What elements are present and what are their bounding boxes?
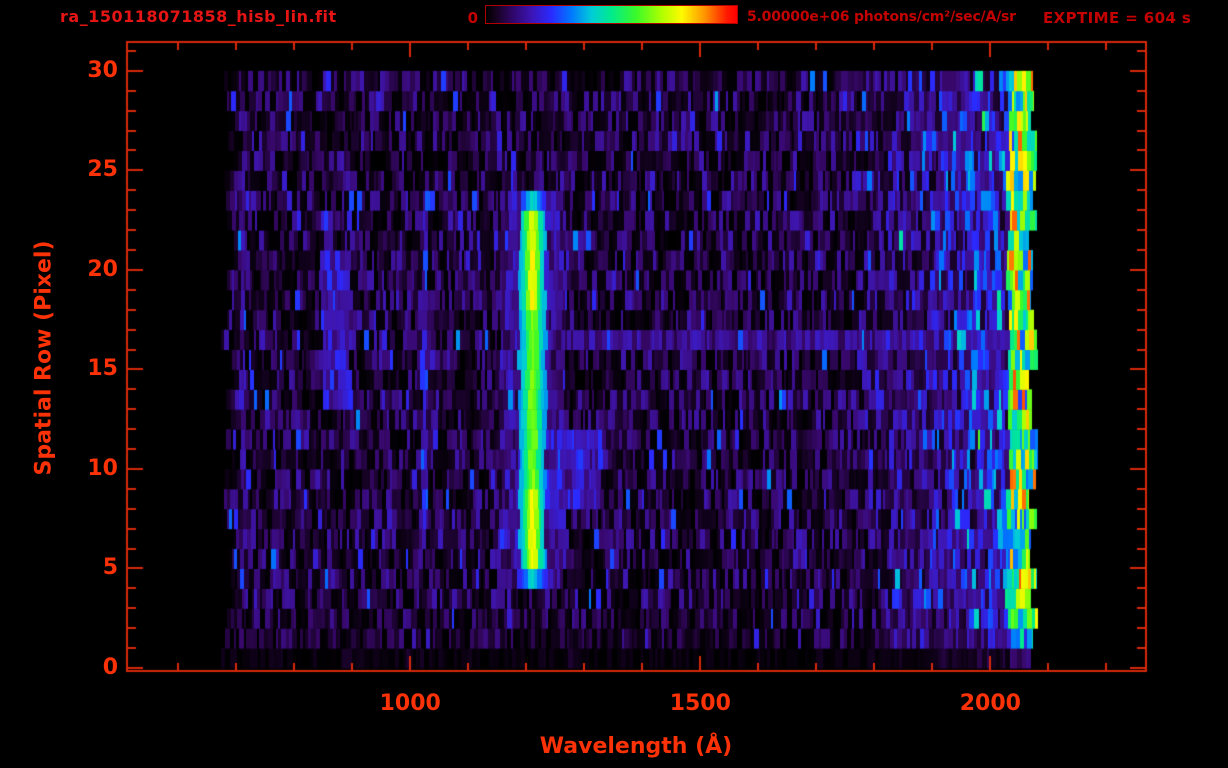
colorbar-scale-label: 5.00000e+06 photons/cm²/sec/A/sr	[747, 9, 1016, 25]
y-tick-label: 0	[102, 655, 118, 681]
y-tick-label: 30	[87, 57, 118, 83]
colorbar-min-label: 0	[467, 9, 478, 27]
x-tick-label: 1500	[669, 691, 731, 716]
y-tick-label: 5	[102, 555, 118, 581]
colorbar-max-label: 5.00000e+06	[747, 9, 850, 25]
y-tick-label: 10	[87, 455, 118, 481]
x-tick-label: 2000	[959, 691, 1021, 716]
plot-window: ra_150118071858_hisb_lin.fit 0 5.00000e+…	[0, 0, 1228, 768]
x-tick-label: 1000	[379, 691, 441, 716]
y-tick-label: 15	[87, 356, 118, 382]
exptime-label: EXPTIME = 604 s	[1043, 9, 1192, 27]
x-axis-title: Wavelength (Å)	[539, 734, 733, 759]
spectrogram-canvas	[0, 0, 1228, 768]
filename-title: ra_150118071858_hisb_lin.fit	[60, 7, 337, 26]
colorbar-units: photons/cm²/sec/A/sr	[853, 9, 1016, 25]
y-tick-label: 25	[87, 157, 118, 183]
colorbar	[485, 5, 738, 24]
colorbar-gradient	[486, 6, 737, 23]
y-tick-label: 20	[87, 256, 118, 282]
